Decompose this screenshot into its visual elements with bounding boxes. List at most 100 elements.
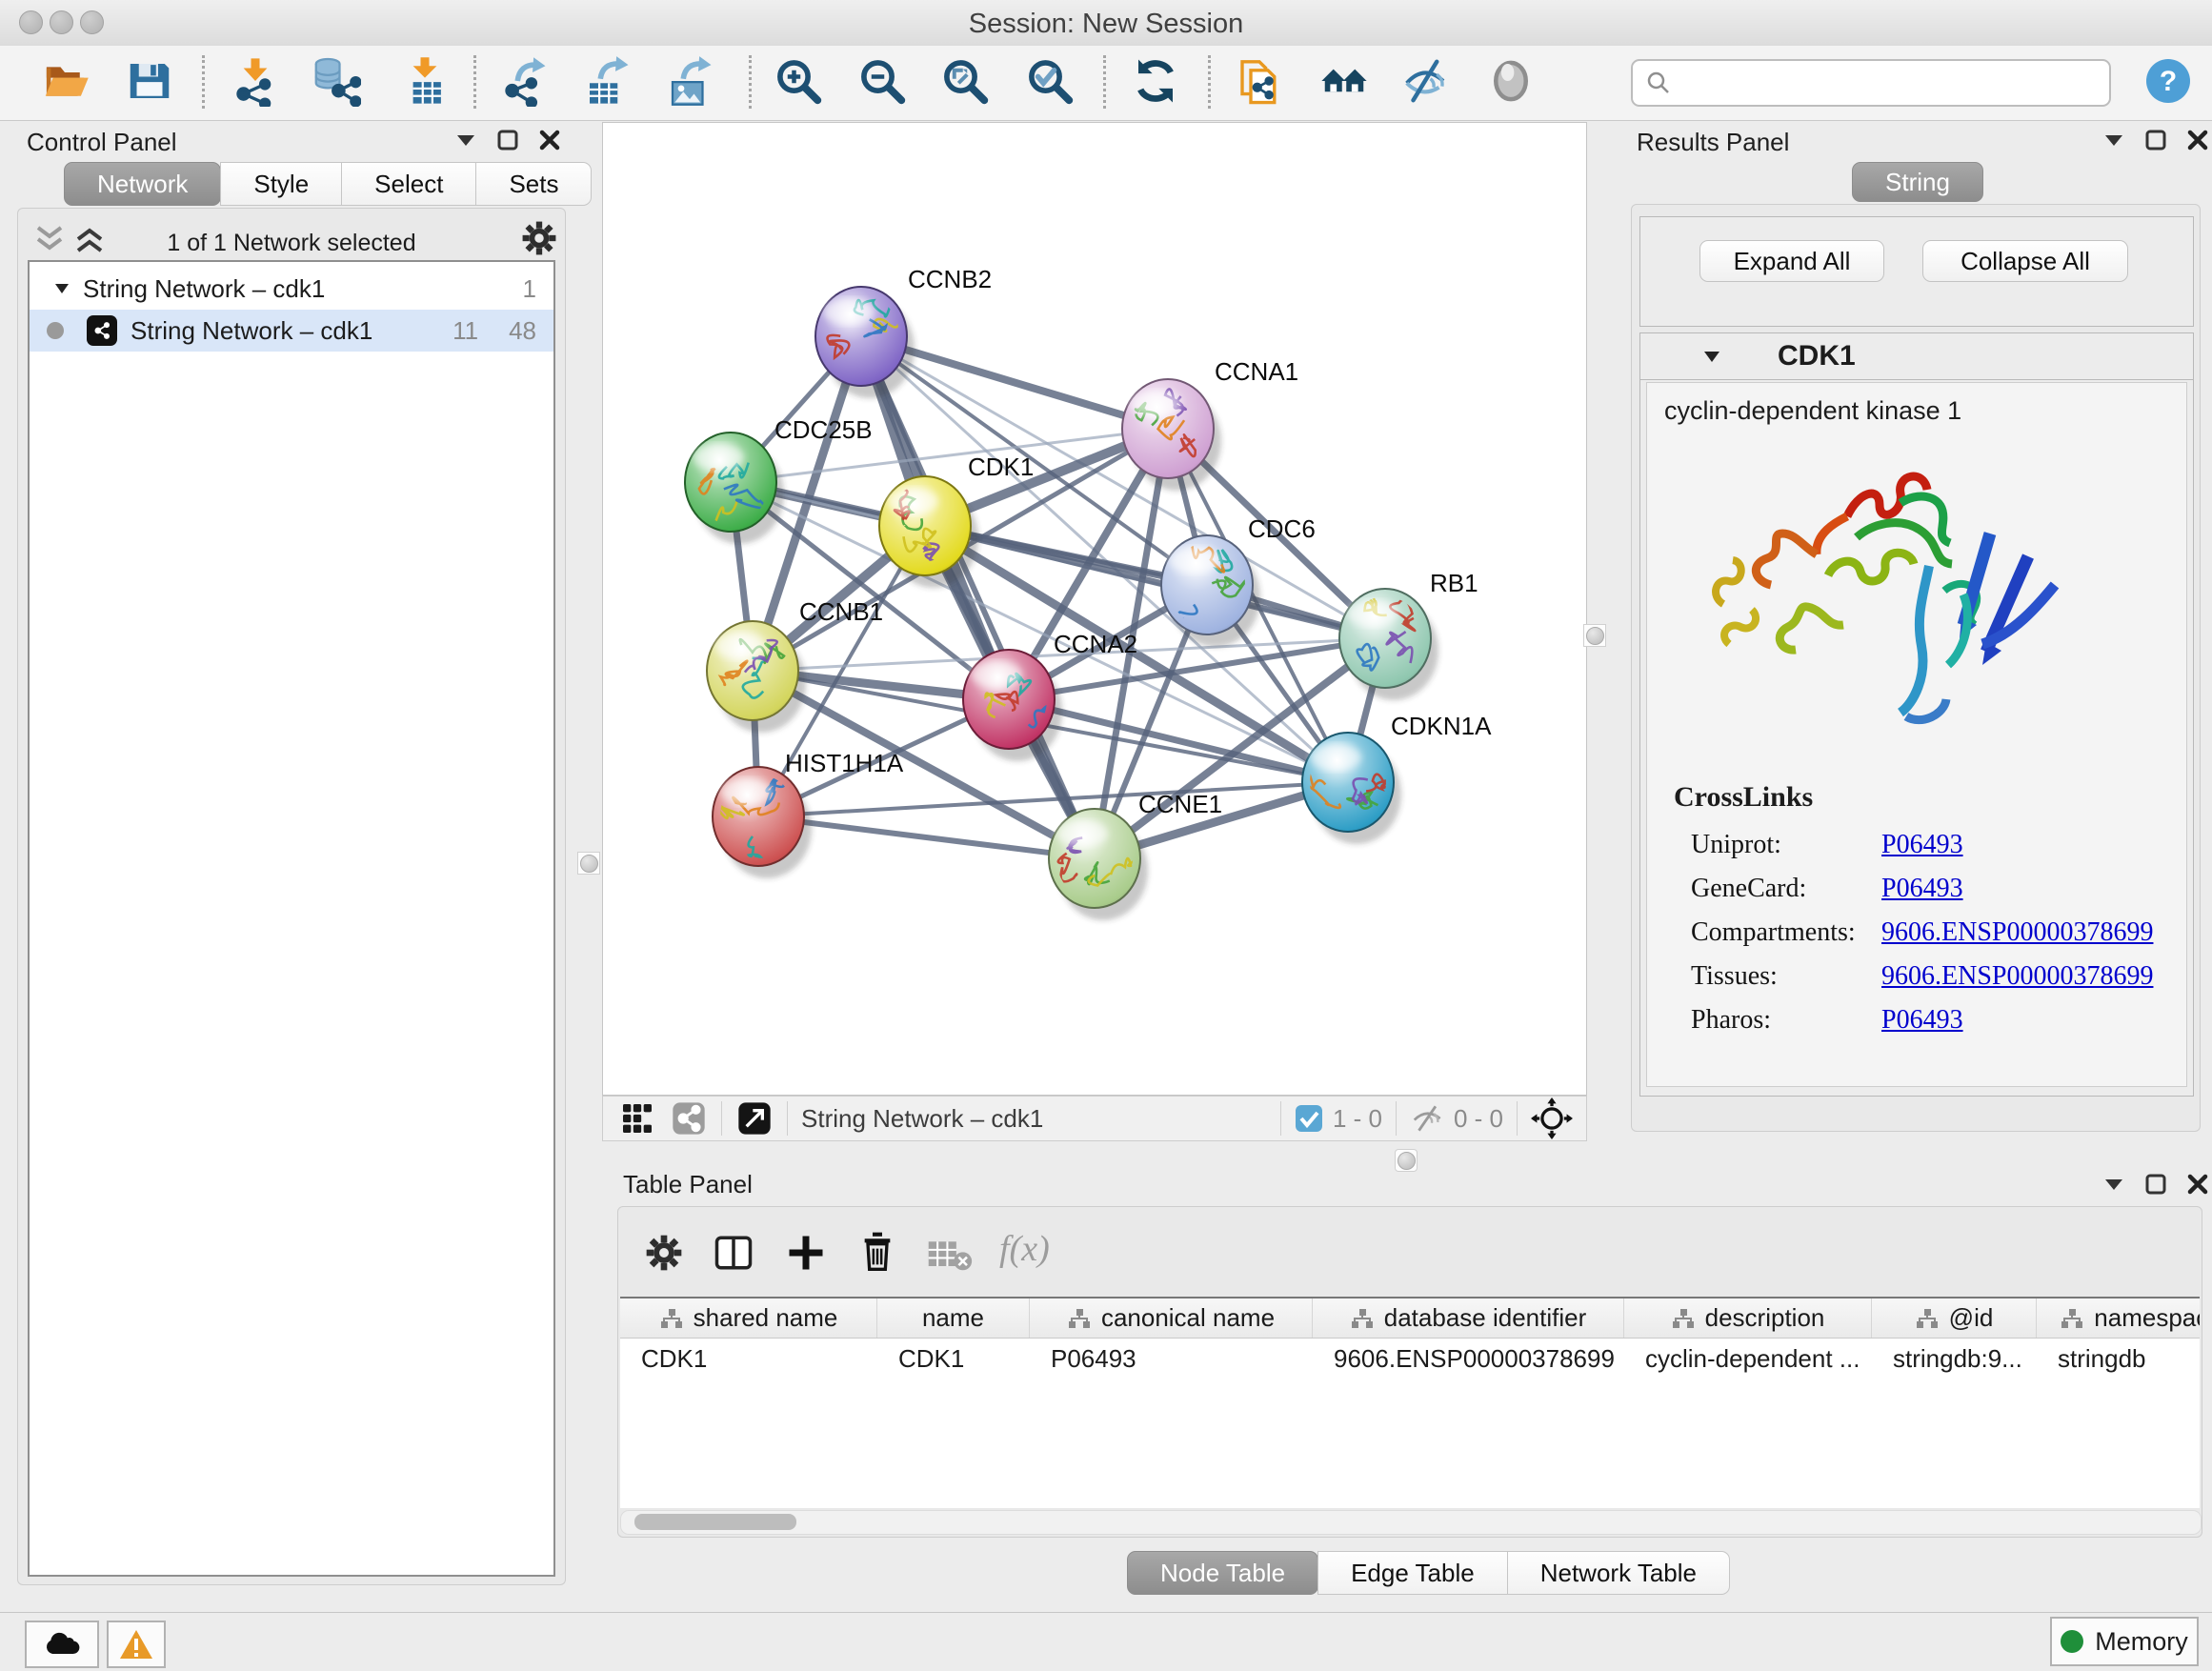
float-panel-icon[interactable] [2145,1174,2166,1195]
svg-text:CDKN1A: CDKN1A [1391,712,1492,740]
help-icon[interactable]: ? [2144,57,2192,105]
table-cell[interactable]: 9606.ENSP00000378699 [1313,1339,1624,1379]
tab-node-table[interactable]: Node Table [1127,1551,1318,1595]
show-columns-icon[interactable] [714,1232,754,1274]
tab-string[interactable]: String [1852,162,1983,202]
zoom-selected-icon[interactable] [1024,55,1076,107]
collapse-panel-icon[interactable] [455,133,476,147]
column-header-name[interactable]: name [877,1299,1030,1338]
control-panel-title: Control Panel [27,128,177,157]
table-cell[interactable]: P06493 [1030,1339,1313,1379]
zoom-out-icon[interactable] [856,55,908,107]
crosslink-link[interactable]: 9606.ENSP00000378699 [1881,961,2153,992]
close-panel-icon[interactable] [2187,1174,2208,1195]
collapse-panel-icon[interactable] [2103,133,2124,147]
tab-network-table[interactable]: Network Table [1507,1551,1730,1595]
network-canvas[interactable]: CCNB2CCNA1CDC25BCDK1CDC6RB1CCNB1CCNA2CDK… [602,122,1587,1096]
import-network-database-icon[interactable] [310,55,361,107]
table-cell[interactable]: stringdb:9... [1872,1339,2037,1379]
table-cell[interactable]: CDK1 [877,1339,1030,1379]
share-file-icon[interactable] [1234,55,1285,107]
table-cell[interactable]: stringdb [2037,1339,2200,1379]
right-splitter-grip[interactable] [1583,624,1606,647]
export-table-icon[interactable] [581,55,633,107]
table-options-gear-icon[interactable] [645,1234,683,1272]
function-builder-button: f(x) [999,1228,1050,1270]
column-header-canonical-name[interactable]: canonical name [1030,1299,1313,1338]
column-header-@id[interactable]: @id [1872,1299,2037,1338]
network-selection-summary: 1 of 1 Network selected [18,230,565,257]
save-session-icon[interactable] [124,55,175,107]
starter-panel-icon[interactable] [1318,55,1370,107]
column-header-database-identifier[interactable]: database identifier [1313,1299,1624,1338]
network-row-selected[interactable]: String Network – cdk1 11 48 [30,310,553,352]
open-file-icon[interactable] [39,55,90,107]
crosslink-link[interactable]: P06493 [1881,1005,1963,1036]
column-header-shared-name[interactable]: shared name [620,1299,877,1338]
tab-edge-table[interactable]: Edge Table [1317,1551,1508,1595]
tab-network[interactable]: Network [64,162,221,206]
import-network-file-icon[interactable] [230,55,281,107]
import-table-icon[interactable] [399,55,451,107]
gene-section-header[interactable]: CDK1 [1640,333,2193,380]
birdseye-view-icon[interactable] [618,1099,656,1137]
crosslink-link[interactable]: 9606.ENSP00000378699 [1881,917,2153,948]
column-header-label: canonical name [1101,1303,1275,1333]
tab-sets[interactable]: Sets [475,162,592,206]
selected-checkbox-icon[interactable] [1295,1104,1323,1133]
close-panel-icon[interactable] [2187,130,2208,151]
string-results-container: Expand All Collapse All CDK1 cyclin-depe… [1631,204,2201,1132]
network-node-count: 11 [452,316,478,346]
float-panel-icon[interactable] [2145,130,2166,151]
warning-button[interactable] [107,1621,166,1668]
network-options-gear-icon[interactable] [521,220,557,256]
horizontal-scrollbar[interactable] [620,1510,2202,1535]
svg-text:CDC25B: CDC25B [774,415,873,444]
table-cell[interactable]: cyclin-dependent ... [1624,1339,1872,1379]
memory-button[interactable]: Memory [2050,1617,2199,1666]
window-title: Session: New Session [0,9,2212,40]
column-header-namespace[interactable]: namespace [2037,1299,2200,1338]
memory-status-dot [2061,1630,2083,1653]
collapse-all-button[interactable]: Collapse All [1922,240,2128,282]
tree-expand-icon[interactable] [54,283,70,294]
main-toolbar: ? [0,46,2212,121]
zoom-fit-icon[interactable] [939,55,991,107]
section-collapse-icon[interactable] [1703,351,1720,363]
scrollbar-thumb[interactable] [634,1514,796,1530]
expand-all-button[interactable]: Expand All [1699,240,1884,282]
network-collection-row[interactable]: String Network – cdk1 1 [30,262,553,310]
left-splitter-grip[interactable] [577,852,600,875]
add-column-icon[interactable] [786,1232,826,1274]
export-network-icon[interactable] [498,55,550,107]
column-header-label: @id [1949,1303,1994,1333]
open-in-window-icon[interactable] [735,1099,774,1137]
hide-show-icon[interactable] [1400,55,1452,107]
crosslink-link[interactable]: P06493 [1881,830,1963,860]
zoom-in-icon[interactable] [773,55,824,107]
network-graph[interactable]: CCNB2CCNA1CDC25BCDK1CDC6RB1CCNB1CCNA2CDK… [603,123,1586,1095]
table-panel: Table Panel f(x) shared namenamecanonica… [602,1166,2212,1610]
table-row[interactable]: CDK1CDK1P064939606.ENSP00000378699cyclin… [620,1339,2200,1379]
gene-section-body: cyclin-dependent kinase 1 [1646,382,2187,1087]
graphics-details-icon[interactable] [1485,55,1537,107]
string-style-icon[interactable] [670,1099,708,1137]
apply-layout-icon[interactable] [1130,55,1181,107]
column-header-description[interactable]: description [1624,1299,1872,1338]
close-panel-icon[interactable] [539,130,560,151]
tab-style[interactable]: Style [220,162,342,206]
search-input[interactable] [1680,69,2109,97]
network-column-icon [659,1307,684,1330]
svg-text:CCNE1: CCNE1 [1138,790,1222,818]
float-panel-icon[interactable] [497,130,518,151]
collapse-panel-icon[interactable] [2103,1178,2124,1191]
network-collection-count: 1 [523,274,536,304]
fit-selected-crosshair-icon[interactable] [1531,1097,1573,1139]
export-image-icon[interactable] [664,55,715,107]
tab-select[interactable]: Select [341,162,476,206]
cloud-button[interactable] [25,1621,99,1668]
delete-column-icon[interactable] [858,1230,896,1274]
title-bar: Session: New Session [0,0,2212,47]
crosslink-link[interactable]: P06493 [1881,874,1963,904]
table-cell[interactable]: CDK1 [620,1339,877,1379]
